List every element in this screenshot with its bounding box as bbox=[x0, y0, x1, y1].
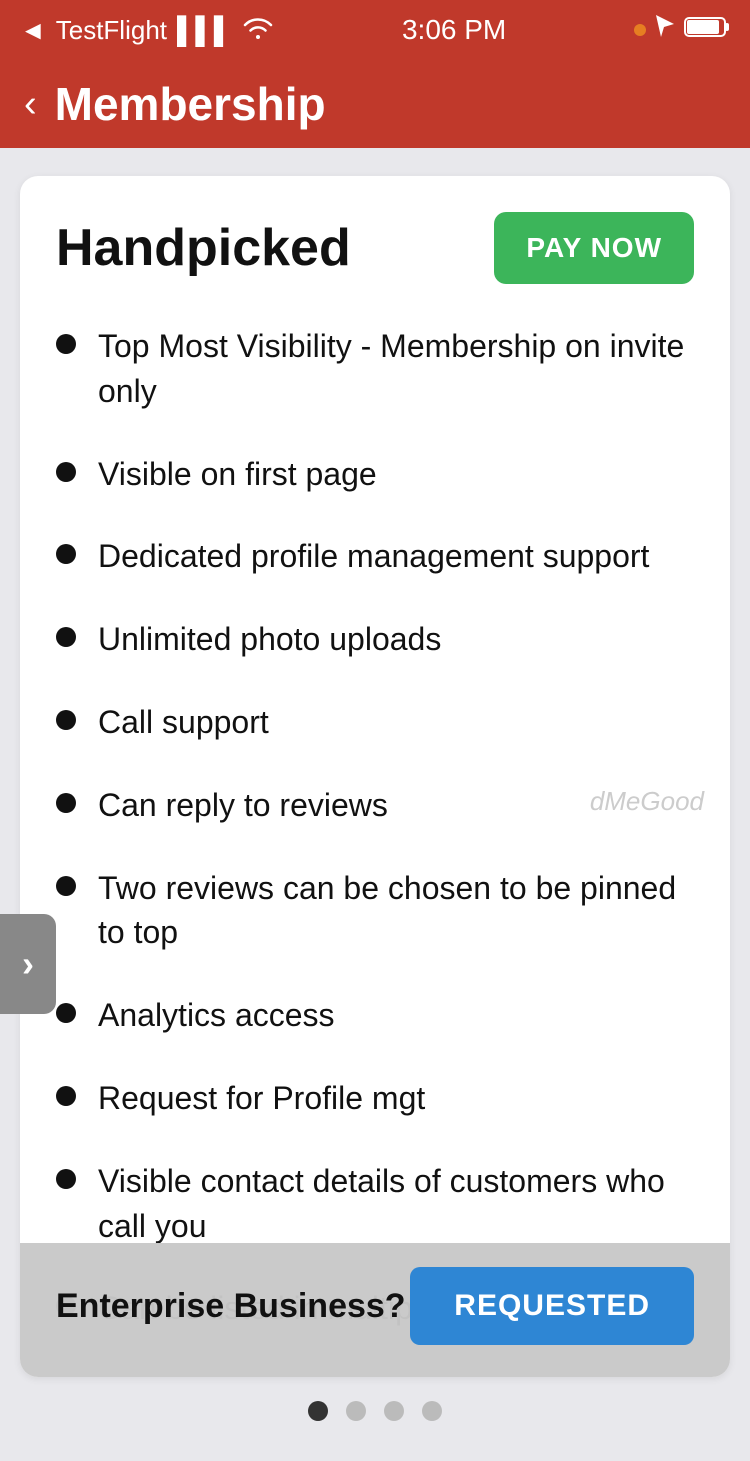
page-dots bbox=[20, 1377, 730, 1441]
feature-text: Visible contact details of customers who… bbox=[98, 1159, 694, 1249]
enterprise-panel: Enterprise Business? REQUESTED bbox=[20, 1243, 730, 1377]
status-left: ◄ TestFlight ▌▌▌ bbox=[20, 15, 274, 46]
membership-card: Handpicked PAY NOW Top Most Visibility -… bbox=[20, 176, 730, 1377]
bullet-icon bbox=[56, 876, 76, 896]
feature-text: Top Most Visibility - Membership on invi… bbox=[98, 324, 694, 414]
status-right bbox=[634, 13, 730, 48]
battery-icon bbox=[684, 15, 730, 46]
status-bar: ◄ TestFlight ▌▌▌ 3:06 PM bbox=[0, 0, 750, 60]
list-item: Dedicated profile management support bbox=[56, 534, 694, 579]
requested-button[interactable]: REQUESTED bbox=[410, 1267, 694, 1345]
carrier-label: TestFlight bbox=[56, 15, 167, 46]
feature-text: Two reviews can be chosen to be pinned t… bbox=[98, 866, 694, 956]
feature-text: Call support bbox=[98, 700, 269, 745]
list-item: Can reply to reviews dMeGood bbox=[56, 783, 694, 828]
pay-now-button[interactable]: PAY NOW bbox=[494, 212, 694, 284]
feature-text: Can reply to reviews bbox=[98, 783, 388, 828]
list-item: Top Most Visibility - Membership on invi… bbox=[56, 324, 694, 414]
feature-text: Analytics access bbox=[98, 993, 335, 1038]
plan-name: Handpicked bbox=[56, 218, 351, 278]
bullet-icon bbox=[56, 1169, 76, 1189]
dot-2[interactable] bbox=[346, 1401, 366, 1421]
list-item: Request for Profile mgt bbox=[56, 1076, 694, 1121]
card-header: Handpicked PAY NOW bbox=[56, 212, 694, 284]
signal-icon: ▌▌▌ bbox=[177, 15, 232, 46]
features-list: Top Most Visibility - Membership on invi… bbox=[56, 324, 694, 1248]
enterprise-label: Enterprise Business? bbox=[56, 1287, 406, 1326]
dot-1[interactable] bbox=[308, 1401, 328, 1421]
list-item: Call support bbox=[56, 700, 694, 745]
list-item: Two reviews can be chosen to be pinned t… bbox=[56, 866, 694, 956]
bullet-icon bbox=[56, 793, 76, 813]
feature-text: Dedicated profile management support bbox=[98, 534, 649, 579]
feature-text: Request for Profile mgt bbox=[98, 1076, 425, 1121]
list-item: Visible on first page bbox=[56, 452, 694, 497]
back-arrow-status: ◄ bbox=[20, 15, 46, 46]
feature-text: Visible on first page bbox=[98, 452, 377, 497]
dot-indicator bbox=[634, 24, 646, 36]
bullet-icon bbox=[56, 334, 76, 354]
list-item: Analytics access bbox=[56, 993, 694, 1038]
watermark: dMeGood bbox=[590, 783, 704, 819]
nav-bar: ‹ Membership bbox=[0, 60, 750, 148]
bullet-icon bbox=[56, 627, 76, 647]
dot-3[interactable] bbox=[384, 1401, 404, 1421]
bullet-icon bbox=[56, 710, 76, 730]
list-item: Visible contact details of customers who… bbox=[56, 1159, 694, 1249]
sidebar-arrow-icon: › bbox=[22, 943, 34, 985]
list-item: Unlimited photo uploads bbox=[56, 617, 694, 662]
location-icon bbox=[654, 13, 676, 48]
status-time: 3:06 PM bbox=[402, 14, 506, 46]
bullet-icon bbox=[56, 1086, 76, 1106]
back-button[interactable]: ‹ bbox=[24, 85, 37, 123]
bullet-icon bbox=[56, 544, 76, 564]
bullet-icon bbox=[56, 462, 76, 482]
page-title: Membership bbox=[55, 77, 326, 131]
content-area: Handpicked PAY NOW Top Most Visibility -… bbox=[0, 148, 750, 1461]
dot-4[interactable] bbox=[422, 1401, 442, 1421]
bullet-icon bbox=[56, 1003, 76, 1023]
wifi-icon bbox=[242, 15, 274, 46]
feature-text: Unlimited photo uploads bbox=[98, 617, 441, 662]
sidebar-handle[interactable]: › bbox=[0, 914, 56, 1014]
